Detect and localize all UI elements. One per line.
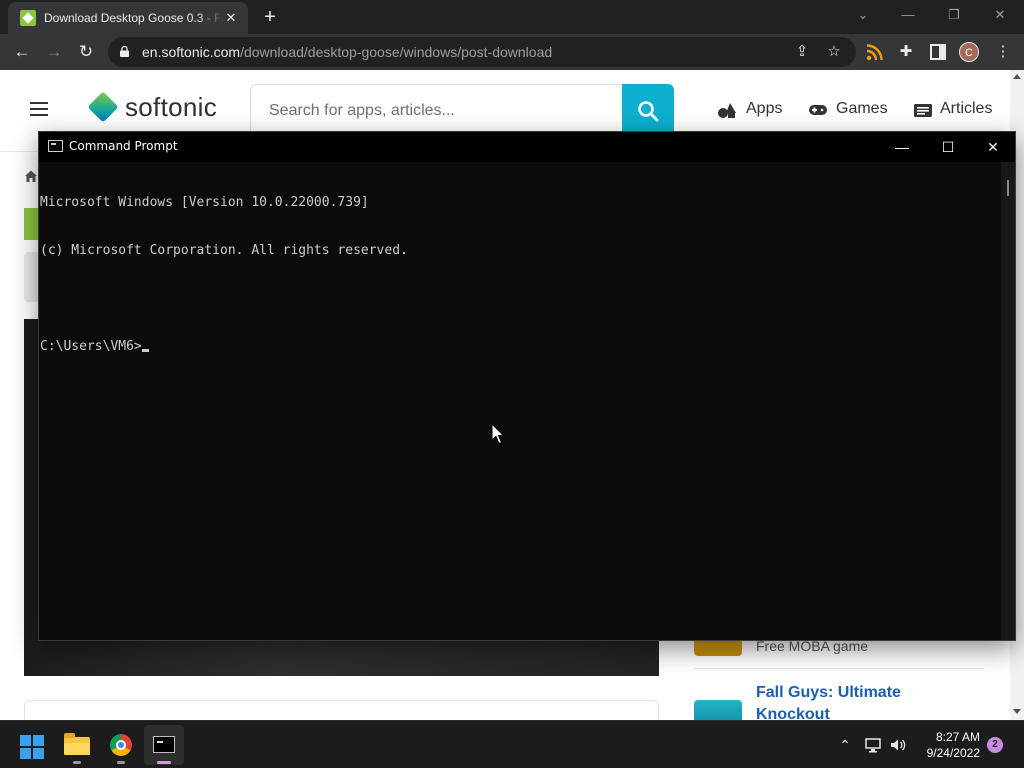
browser-tab[interactable]: Download Desktop Goose 0.3 - Free ✕	[8, 2, 248, 34]
start-button[interactable]	[12, 725, 52, 765]
cmd-window-title: Command Prompt	[69, 139, 178, 153]
site-search-button[interactable]	[622, 84, 674, 138]
scroll-up-arrow-icon[interactable]	[1013, 74, 1021, 79]
mouse-pointer-icon	[491, 423, 505, 445]
browser-tabstrip: Download Desktop Goose 0.3 - Free ✕ + ⌄ …	[0, 0, 1024, 34]
console-output[interactable]: Microsoft Windows [Version 10.0.22000.73…	[39, 162, 1001, 640]
url-host: en.softonic.com	[142, 44, 241, 60]
text-cursor	[141, 349, 149, 352]
clock-date[interactable]: 9/24/2022	[910, 746, 980, 760]
rss-extension-icon[interactable]	[865, 42, 885, 62]
clock-time[interactable]: 8:27 AM	[920, 730, 980, 744]
windows-taskbar: ⌃ 8:27 AM 9/24/2022 2	[0, 720, 1024, 768]
folder-icon	[64, 733, 90, 755]
volume-icon[interactable]	[889, 736, 907, 754]
site-logo-text[interactable]: softonic	[125, 92, 217, 123]
window-restore-button[interactable]: ❐	[934, 4, 974, 26]
extensions-puzzle-icon[interactable]: ✚	[896, 42, 916, 62]
scroll-down-arrow-icon[interactable]	[1013, 709, 1021, 714]
running-indicator	[117, 761, 125, 764]
network-icon[interactable]	[864, 736, 882, 754]
new-tab-button[interactable]: +	[258, 5, 282, 29]
chrome-menu-icon[interactable]: ⋮	[993, 42, 1013, 62]
cmd-scrollbar[interactable]	[1001, 162, 1015, 640]
share-icon[interactable]: ⇪	[792, 42, 812, 62]
cmd-scroll-thumb[interactable]	[1007, 180, 1009, 196]
side-panel-icon[interactable]	[928, 42, 948, 62]
url-text: en.softonic.com/download/desktop-goose/w…	[142, 44, 552, 60]
notification-badge[interactable]: 2	[987, 737, 1003, 753]
related-app-title[interactable]: Fall Guys: Ultimate Knockout	[756, 682, 956, 720]
console-prompt-line[interactable]: C:\Users\VM6>	[40, 339, 1001, 355]
softonic-logo-icon[interactable]	[87, 91, 119, 123]
chrome-taskbar-button[interactable]	[101, 725, 141, 765]
window-minimize-button[interactable]: —	[888, 4, 928, 26]
forward-button[interactable]: →	[42, 40, 66, 64]
cmd-minimize-button[interactable]: —	[879, 132, 925, 162]
search-icon	[638, 101, 659, 122]
running-indicator	[73, 761, 81, 764]
console-prompt: C:\Users\VM6>	[40, 339, 142, 354]
command-prompt-window[interactable]: Command Prompt — ☐ ✕ Microsoft Windows […	[38, 131, 1016, 641]
terminal-icon	[48, 140, 63, 152]
home-icon[interactable]	[24, 169, 38, 183]
active-indicator	[157, 761, 171, 764]
console-line: Microsoft Windows [Version 10.0.22000.73…	[40, 195, 369, 210]
list-divider	[694, 668, 984, 669]
url-path: /download/desktop-goose/windows/post-dow…	[240, 44, 553, 60]
site-search-input[interactable]	[250, 84, 622, 138]
lock-icon	[120, 46, 129, 57]
browser-toolbar: ← → ↻ en.softonic.com/download/desktop-g…	[0, 34, 1024, 70]
cmd-close-button[interactable]: ✕	[970, 132, 1016, 162]
tab-close-icon[interactable]: ✕	[222, 9, 240, 27]
window-close-button[interactable]: ✕	[980, 4, 1020, 26]
gamepad-icon	[809, 105, 827, 115]
shapes-icon	[718, 103, 736, 118]
hamburger-menu-icon[interactable]	[30, 102, 48, 116]
softonic-favicon-icon	[20, 10, 36, 26]
file-explorer-button[interactable]	[57, 725, 97, 765]
chrome-icon	[110, 734, 132, 756]
reload-button[interactable]: ↻	[74, 40, 98, 64]
tab-title: Download Desktop Goose 0.3 - Free	[44, 11, 224, 25]
nav-articles-link[interactable]: Articles	[940, 100, 992, 118]
cmd-maximize-button[interactable]: ☐	[925, 132, 971, 162]
cmd-taskbar-button[interactable]	[144, 725, 184, 765]
tray-chevron-icon[interactable]: ⌃	[836, 736, 854, 754]
windows-logo-icon	[20, 735, 44, 759]
profile-avatar[interactable]: C	[959, 42, 979, 62]
tab-search-chevron-icon[interactable]: ⌄	[843, 4, 883, 26]
nav-apps-link[interactable]: Apps	[746, 100, 782, 118]
fall-guys-thumbnail[interactable]	[694, 700, 742, 720]
terminal-icon	[153, 736, 175, 753]
cmd-titlebar[interactable]: Command Prompt — ☐ ✕	[39, 132, 1015, 162]
address-bar[interactable]: en.softonic.com/download/desktop-goose/w…	[108, 37, 856, 67]
console-line: (c) Microsoft Corporation. All rights re…	[40, 243, 408, 258]
bookmark-star-icon[interactable]: ☆	[824, 42, 844, 62]
back-button[interactable]: ←	[10, 40, 34, 64]
content-card	[24, 700, 659, 720]
news-icon	[914, 104, 932, 117]
nav-games-link[interactable]: Games	[836, 100, 888, 118]
